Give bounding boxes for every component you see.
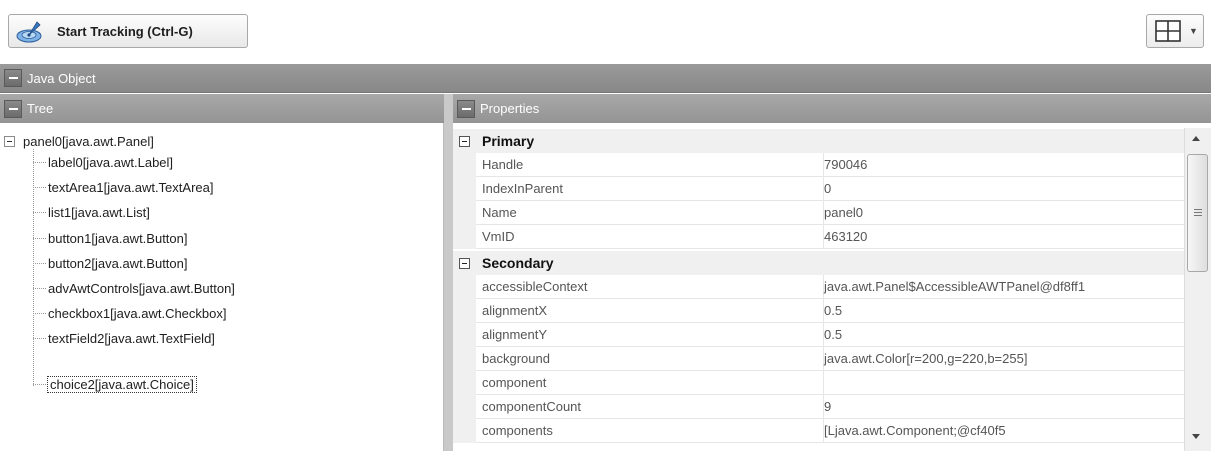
property-row[interactable]: accessibleContext java.awt.Panel$Accessib… [453, 274, 1184, 299]
tree-node-label: label0[java.awt.Label] [48, 155, 174, 170]
tree-node-label: list1[java.awt.List] [48, 205, 150, 220]
collapse-java-object-button[interactable] [4, 69, 22, 87]
tree-node-label: textField2[java.awt.TextField] [48, 331, 215, 346]
tree-node-label: button1[java.awt.Button] [48, 231, 188, 246]
property-row[interactable]: Name panel0 [453, 200, 1184, 225]
toolbar: Start Tracking (Ctrl-G) ▼ [0, 0, 1211, 64]
component-tree: panel0[java.awt.Panel] label0[java.awt.L… [0, 123, 444, 451]
property-row[interactable]: component [453, 370, 1184, 395]
collapse-category-icon[interactable] [459, 135, 470, 147]
category-label: Secondary [482, 255, 554, 271]
tree-node-label: checkbox1[java.awt.Checkbox] [48, 306, 227, 321]
property-name: VmID [482, 229, 515, 244]
property-row[interactable]: IndexInParent 0 [453, 176, 1184, 201]
start-tracking-label: Start Tracking (Ctrl-G) [57, 23, 193, 39]
layout-dropdown-button[interactable]: ▼ [1146, 14, 1204, 48]
java-object-title: Java Object [27, 70, 96, 86]
collapse-category-icon[interactable] [459, 257, 470, 269]
property-value[interactable] [823, 370, 1184, 395]
tree-node[interactable]: button1[java.awt.Button] [33, 231, 187, 246]
property-value[interactable]: 790046 [823, 152, 1184, 177]
property-value[interactable]: 0 [823, 176, 1184, 201]
property-row[interactable]: components [Ljava.awt.Component;@cf40f5 [453, 418, 1184, 443]
tree-header: Tree [0, 94, 444, 123]
panel-splitter[interactable] [444, 94, 453, 451]
properties-header: Properties [453, 94, 1211, 123]
property-value[interactable]: 9 [823, 394, 1184, 419]
tracking-radar-icon [16, 21, 42, 43]
property-value[interactable]: 0.5 [823, 322, 1184, 347]
property-value[interactable]: java.awt.Panel$AccessibleAWTPanel@df8ff1 [823, 274, 1184, 299]
tree-node[interactable]: textArea1[java.awt.TextArea] [33, 180, 213, 195]
property-value[interactable]: panel0 [823, 200, 1184, 225]
property-name: accessibleContext [482, 279, 588, 294]
category-primary[interactable]: Primary [453, 129, 1184, 153]
tree-node[interactable]: textField2[java.awt.TextField] [33, 331, 215, 346]
tree-root-node[interactable]: panel0[java.awt.Panel] [4, 134, 154, 149]
property-row[interactable]: componentCount 9 [453, 394, 1184, 419]
properties-title: Properties [480, 101, 540, 116]
property-row[interactable]: alignmentY 0.5 [453, 322, 1184, 347]
property-name: componentCount [482, 399, 582, 414]
category-label: Primary [482, 133, 535, 149]
property-value[interactable]: [Ljava.awt.Component;@cf40f5 [823, 418, 1184, 443]
property-row[interactable]: VmID 463120 [453, 224, 1184, 249]
category-secondary[interactable]: Secondary [453, 251, 1184, 275]
tree-node[interactable]: label0[java.awt.Label] [33, 155, 173, 170]
property-row[interactable]: Handle 790046 [453, 152, 1184, 177]
properties-scrollbar[interactable] [1184, 128, 1211, 451]
property-row[interactable]: background java.awt.Color[r=200,g=220,b=2… [453, 346, 1184, 371]
scroll-up-icon[interactable] [1192, 136, 1200, 141]
property-value[interactable]: 0.5 [823, 298, 1184, 323]
property-name: Name [482, 205, 517, 220]
property-name: components [482, 423, 553, 438]
collapse-properties-button[interactable] [457, 99, 475, 118]
chevron-down-icon: ▼ [1189, 26, 1198, 36]
tree-root-label: panel0[java.awt.Panel] [23, 134, 154, 149]
property-name: component [482, 375, 547, 390]
scroll-thumb[interactable] [1187, 154, 1208, 272]
property-name: alignmentX [482, 303, 548, 318]
property-name: IndexInParent [482, 181, 563, 196]
property-name: alignmentY [482, 327, 548, 342]
java-object-header: Java Object [0, 64, 1211, 93]
tree-collapse-icon[interactable] [4, 136, 15, 147]
property-grid: Primary Handle 790046 IndexInParent 0 Name… [453, 123, 1211, 451]
grid-layout-icon [1155, 20, 1181, 42]
tree-node-label: button2[java.awt.Button] [48, 256, 188, 271]
tree-node-selected[interactable]: choice2[java.awt.Choice] [33, 376, 197, 393]
tree-node-label: advAwtControls[java.awt.Button] [48, 281, 235, 296]
start-tracking-button[interactable]: Start Tracking (Ctrl-G) [8, 14, 248, 48]
tree-node-label: choice2[java.awt.Choice] [47, 376, 197, 393]
property-value[interactable]: 463120 [823, 224, 1184, 249]
property-name: background [482, 351, 550, 366]
tree-node-label: textArea1[java.awt.TextArea] [48, 180, 214, 195]
grip-icon [1194, 209, 1202, 218]
scroll-down-icon[interactable] [1192, 434, 1200, 439]
collapse-tree-button[interactable] [4, 99, 22, 118]
property-row[interactable]: alignmentX 0.5 [453, 298, 1184, 323]
tree-node[interactable]: advAwtControls[java.awt.Button] [33, 281, 235, 296]
property-value[interactable]: java.awt.Color[r=200,g=220,b=255] [823, 346, 1184, 371]
property-name: Handle [482, 157, 524, 172]
tree-node[interactable]: button2[java.awt.Button] [33, 256, 187, 271]
tree-node[interactable]: checkbox1[java.awt.Checkbox] [33, 306, 226, 321]
tree-node[interactable]: list1[java.awt.List] [33, 205, 150, 220]
tree-title: Tree [27, 101, 54, 116]
